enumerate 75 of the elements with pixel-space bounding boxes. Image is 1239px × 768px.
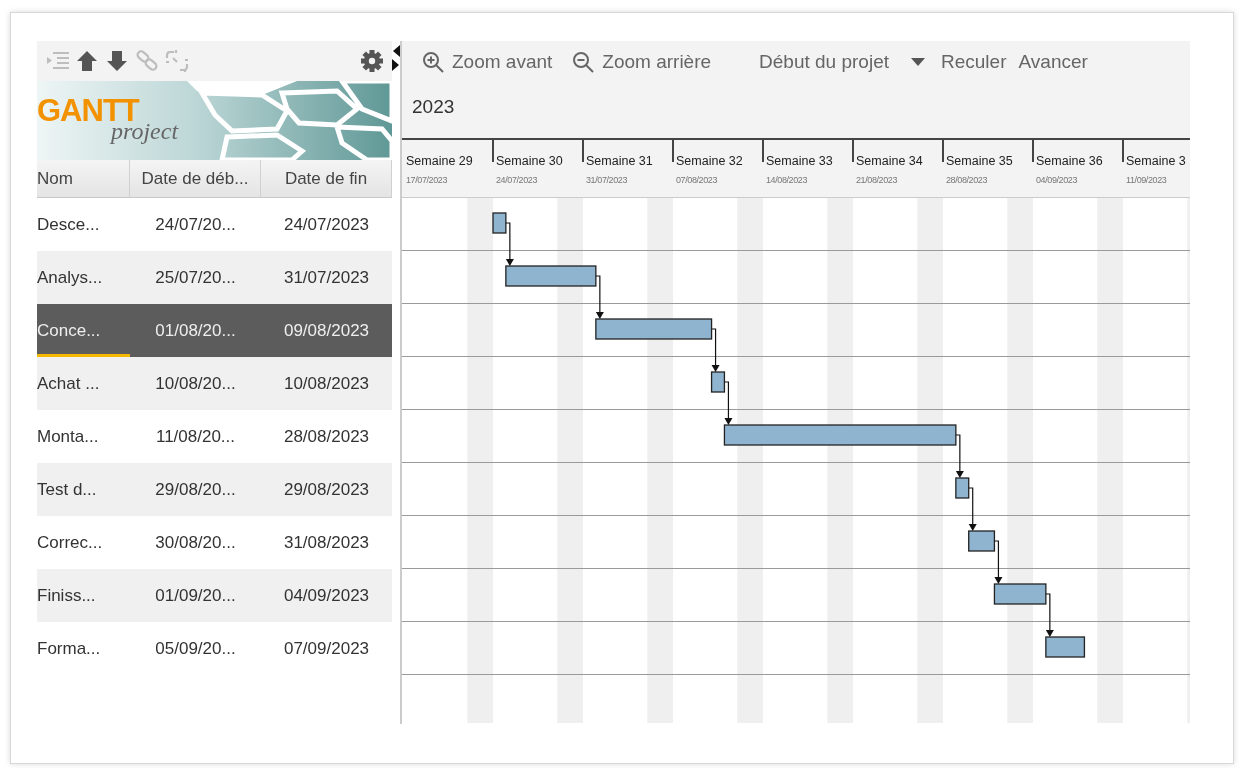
table-cell-text: 05/09/20... <box>154 637 237 660</box>
table-row[interactable]: Monta... 11/08/20... 28/08/2023 <box>37 410 392 463</box>
zoom-in-button[interactable]: Zoom avant <box>422 47 553 77</box>
table-cell-text: 30/08/20... <box>154 531 237 554</box>
week-date: 11/09/2023 <box>1126 175 1168 185</box>
table-row[interactable]: Analys... 25/07/20... 31/07/2023 <box>37 251 392 304</box>
week-label: Semaine 31 <box>586 155 654 168</box>
table-cell-text: 11/08/20... <box>154 425 237 448</box>
view-dropdown[interactable]: Début du projet <box>759 47 925 77</box>
column-header[interactable]: Date de déb... <box>130 160 261 198</box>
week-label: Semaine 29 <box>406 155 474 168</box>
week-label: Semaine 30 <box>496 155 564 168</box>
table-cell-text: 28/08/2023 <box>282 425 371 448</box>
week-date: 31/07/2023 <box>586 175 629 185</box>
week-label: Semaine 35 <box>946 155 1014 168</box>
column-header[interactable]: Date de fin <box>261 160 392 198</box>
settings-icon[interactable] <box>360 49 384 73</box>
back-button[interactable]: Reculer <box>941 47 1007 77</box>
week-date: 17/07/2023 <box>406 175 449 185</box>
caret-icon <box>911 58 925 66</box>
table-row[interactable]: Desce... 24/07/20... 24/07/2023 <box>37 198 392 251</box>
table-row[interactable]: Achat ... 10/08/20... 10/08/2023 <box>37 357 392 410</box>
week-label: Semaine 3 <box>1126 155 1187 168</box>
table-cell-text: 01/08/20... <box>154 319 237 342</box>
week-date: 24/07/2023 <box>496 175 539 185</box>
week-label: Semaine 33 <box>766 155 834 168</box>
table-cell-text: 09/08/2023 <box>282 319 371 342</box>
table-cell-text: 07/09/2023 <box>282 637 371 660</box>
zoom-in-icon <box>422 51 444 73</box>
table-cell-text: Monta... <box>37 425 100 448</box>
week-date: 14/08/2023 <box>766 175 809 185</box>
task-bar[interactable] <box>955 477 970 499</box>
up-arrow-icon[interactable] <box>75 49 99 73</box>
task-bar[interactable] <box>710 371 726 393</box>
table-cell-text: 10/08/2023 <box>282 372 371 395</box>
zoom-out-icon <box>572 51 595 73</box>
table-cell-text: Achat ... <box>37 372 101 395</box>
week-label: Semaine 34 <box>856 155 924 168</box>
week-date: 04/09/2023 <box>1036 175 1079 185</box>
table-cell-text: 24/07/20... <box>154 213 237 236</box>
week-date: 28/08/2023 <box>946 175 989 185</box>
down-arrow-icon[interactable] <box>105 49 129 73</box>
table-cell-text: 29/08/20... <box>154 478 237 501</box>
column-header[interactable]: Nom <box>37 160 130 198</box>
week-label: Semaine 32 <box>676 155 744 168</box>
table-cell-text: Test d... <box>37 478 98 501</box>
table-row[interactable]: Conce... 01/08/20... 09/08/2023 <box>37 304 392 357</box>
collapse-arrows-icon[interactable] <box>392 45 400 71</box>
zoom-out-button[interactable]: Zoom arrière <box>572 47 712 77</box>
table-cell-text: 25/07/20... <box>154 266 237 289</box>
table-cell-text: 04/09/2023 <box>282 584 371 607</box>
table-cell-text: Correc... <box>37 531 104 554</box>
week-date: 21/08/2023 <box>856 175 899 185</box>
table-cell-text: Desce... <box>37 213 101 236</box>
week-date: 07/08/2023 <box>676 175 719 185</box>
table-cell-text: 31/08/2023 <box>282 531 371 554</box>
table-row[interactable]: Forma... 05/09/20... 07/09/2023 <box>37 622 392 675</box>
logo-word: GANTT <box>37 95 139 126</box>
table-cell-text: 29/08/2023 <box>282 478 371 501</box>
task-bar[interactable] <box>1045 636 1086 658</box>
table-cell-text: 10/08/20... <box>154 372 237 395</box>
year-label: 2023 <box>412 95 456 119</box>
week-label: Semaine 36 <box>1036 155 1104 168</box>
task-bar[interactable] <box>968 530 996 552</box>
forward-button[interactable]: Avancer <box>1018 47 1088 77</box>
table-cell-text: Analys... <box>37 266 104 289</box>
table-cell-text: Finiss... <box>37 584 97 607</box>
table-cell-text: 31/07/2023 <box>282 266 371 289</box>
table-row[interactable]: Finiss... 01/09/20... 04/09/2023 <box>37 569 392 622</box>
table-cell: Conce... <box>37 304 130 357</box>
table-cell-text: Forma... <box>37 637 102 660</box>
table-cell-text: 01/09/20... <box>154 584 237 607</box>
table-row[interactable]: Test d... 29/08/20... 29/08/2023 <box>37 463 392 516</box>
table-row[interactable]: Correc... 30/08/20... 31/08/2023 <box>37 516 392 569</box>
table-cell-text: 24/07/2023 <box>282 213 371 236</box>
